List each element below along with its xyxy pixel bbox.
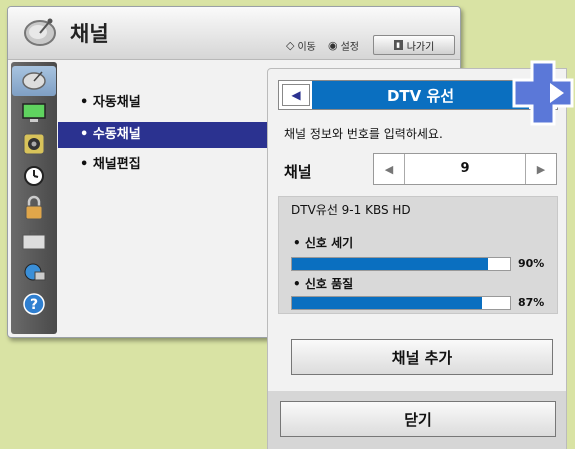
navigate-icon: ◇: [286, 39, 295, 52]
toolbox-icon: [22, 230, 46, 250]
channel-info-text: DTV유선 9-1 KBS HD: [291, 203, 411, 217]
arrow-left-icon: ◀: [291, 88, 301, 102]
add-channel-button[interactable]: 채널 추가: [291, 339, 553, 375]
sidebar-item-time[interactable]: [14, 161, 54, 191]
sidebar-item-support[interactable]: ?: [14, 289, 54, 319]
sidebar: ?: [11, 62, 57, 334]
channel-increment-button[interactable]: ▶: [525, 154, 556, 184]
signal-quality-label: • 신호 품질: [293, 277, 354, 291]
sidebar-item-network[interactable]: [14, 257, 54, 287]
svg-text:?: ?: [30, 297, 38, 313]
arrow-left-icon: ◀: [384, 162, 394, 176]
channel-label: 채널: [284, 163, 312, 181]
clock-icon: [24, 166, 44, 186]
hint-navigate: ◇ 이동: [286, 38, 316, 53]
satellite-dish-icon: [24, 18, 56, 46]
exit-button[interactable]: ▮ 나가기: [373, 35, 455, 55]
instruction-text: 채널 정보와 번호를 입력하세요.: [284, 127, 443, 141]
speaker-icon: [23, 133, 45, 155]
source-prev-button[interactable]: ◀: [282, 84, 310, 106]
menu-item-manual-channel[interactable]: • 수동채널: [58, 122, 268, 148]
source-title: DTV 유선: [312, 81, 529, 109]
sidebar-item-picture[interactable]: [14, 98, 54, 128]
channel-submenu: • 자동채널 • 수동채널 • 채널편집: [58, 62, 268, 334]
header: 채널 ◇ 이동 ◉ 설정 ▮ 나가기: [8, 7, 460, 60]
sidebar-item-lock[interactable]: [14, 193, 54, 223]
menu-item-auto-channel[interactable]: • 자동채널: [58, 90, 268, 116]
page-title: 채널: [70, 22, 109, 46]
help-icon: ?: [23, 293, 45, 315]
signal-strength-bar: [291, 257, 511, 271]
exit-label: 나가기: [406, 41, 435, 53]
close-button[interactable]: 닫기: [280, 401, 556, 437]
hint-select: ◉ 설정: [328, 38, 359, 53]
hint-select-label: 설정: [340, 42, 360, 53]
select-icon: ◉: [328, 39, 338, 52]
channel-decrement-button[interactable]: ◀: [374, 154, 405, 184]
channel-number[interactable]: 9: [404, 154, 526, 184]
exit-key-icon: ▮: [393, 40, 403, 50]
signal-strength-fill: [292, 258, 489, 270]
signal-quality-bar: [291, 296, 511, 310]
signal-info-box: DTV유선 9-1 KBS HD • 신호 세기 90% • 신호 품질 87%: [278, 196, 558, 314]
menu-item-channel-edit[interactable]: • 채널편집: [58, 152, 268, 178]
sidebar-item-audio[interactable]: [14, 129, 54, 159]
satellite-dish-icon: [22, 71, 46, 90]
signal-quality-fill: [292, 297, 482, 309]
signal-strength-percent: 90%: [518, 257, 545, 270]
lock-icon: [25, 195, 43, 220]
sidebar-item-options[interactable]: [14, 225, 54, 255]
signal-strength-label: • 신호 세기: [293, 236, 354, 250]
channel-stepper[interactable]: ◀ 9 ▶: [373, 153, 557, 185]
monitor-icon: [22, 103, 46, 122]
arrow-right-icon: ▶: [536, 162, 546, 176]
sidebar-item-channel[interactable]: [12, 66, 56, 96]
pointer-cursor-icon: [512, 60, 574, 126]
signal-quality-percent: 87%: [518, 296, 545, 309]
network-icon: [24, 263, 46, 281]
hint-navigate-label: 이동: [297, 42, 316, 53]
